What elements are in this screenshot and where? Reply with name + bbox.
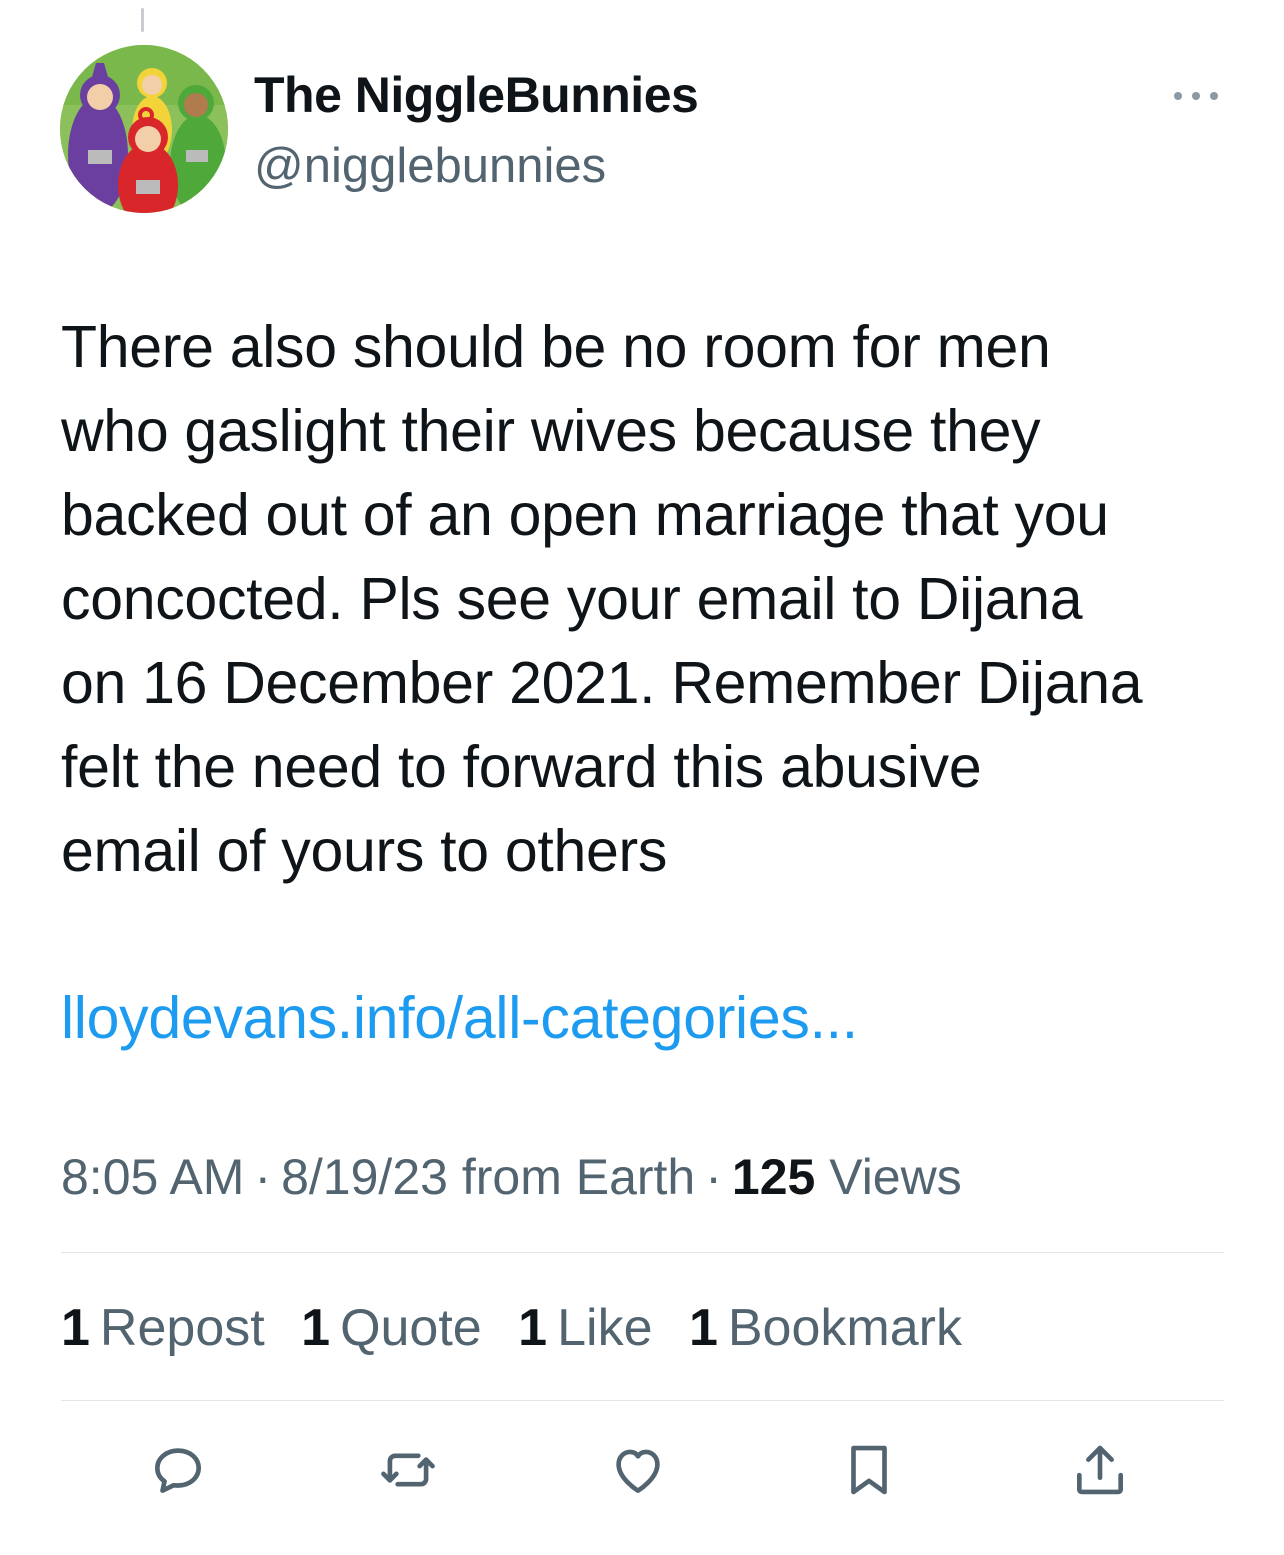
scroll-indicator xyxy=(141,8,144,32)
reply-icon xyxy=(155,1448,201,1493)
author-handle[interactable]: @nigglebunnies xyxy=(254,136,606,196)
author-display-name[interactable]: The NiggleBunnies xyxy=(254,64,699,126)
quotes-count: 1 xyxy=(301,1299,331,1357)
meta-separator: · xyxy=(705,1149,722,1205)
divider xyxy=(61,1252,1224,1253)
reply-button[interactable] xyxy=(138,1430,218,1510)
tweet-text: There also should be no room for men who… xyxy=(61,314,1143,884)
tweet-source: from Earth xyxy=(461,1149,696,1205)
reposts-stat[interactable]: 1 Repost xyxy=(61,1296,265,1360)
like-icon xyxy=(616,1449,660,1493)
likes-stat[interactable]: 1 Like xyxy=(518,1296,652,1360)
quotes-label: Quote xyxy=(340,1299,482,1357)
bookmark-button[interactable] xyxy=(829,1430,909,1510)
more-options-button[interactable] xyxy=(1168,78,1224,114)
avatar-image xyxy=(60,45,228,213)
repost-button[interactable] xyxy=(368,1430,448,1510)
tweet-meta: 8:05 AM · 8/19/23 from Earth · 125 Views xyxy=(61,1146,962,1208)
bookmarks-label: Bookmark xyxy=(727,1299,962,1357)
tweet-actions xyxy=(0,1430,1284,1510)
bookmarks-stat[interactable]: 1 Bookmark xyxy=(689,1296,962,1360)
quotes-stat[interactable]: 1 Quote xyxy=(301,1296,482,1360)
reposts-count: 1 xyxy=(61,1299,90,1357)
like-button[interactable] xyxy=(598,1430,678,1510)
divider xyxy=(61,1400,1224,1401)
reposts-label: Repost xyxy=(99,1299,265,1357)
bookmark-icon xyxy=(851,1445,887,1495)
share-icon xyxy=(1077,1445,1123,1495)
likes-label: Like xyxy=(557,1299,653,1357)
repost-icon xyxy=(381,1453,435,1487)
views-label: Views xyxy=(829,1149,962,1205)
tweet-time[interactable]: 8:05 AM xyxy=(61,1149,244,1205)
engagement-stats: 1 Repost 1 Quote 1 Like 1 Bookmark xyxy=(61,1296,984,1360)
share-button[interactable] xyxy=(1060,1430,1140,1510)
more-icon xyxy=(1174,92,1218,100)
avatar[interactable] xyxy=(60,45,228,213)
tweet-date[interactable]: 8/19/23 xyxy=(281,1149,448,1205)
tweet-link[interactable]: lloydevans.info/all-categories... xyxy=(61,980,858,1056)
likes-count: 1 xyxy=(518,1299,548,1357)
views-count: 125 xyxy=(731,1149,816,1205)
meta-separator: · xyxy=(254,1149,272,1205)
bookmarks-count: 1 xyxy=(688,1299,718,1357)
